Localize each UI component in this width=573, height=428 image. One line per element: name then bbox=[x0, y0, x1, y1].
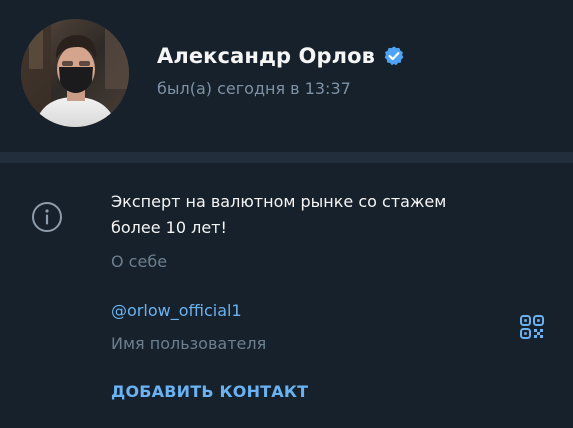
profile-header: Александр Орлов был(а) сегодня в 13:37 bbox=[0, 0, 573, 152]
username-link[interactable]: @orlow_official1 bbox=[111, 301, 242, 320]
section-divider bbox=[0, 152, 573, 163]
username-caption: Имя пользователя bbox=[111, 334, 267, 353]
avatar-photo bbox=[21, 19, 129, 127]
name-row: Александр Орлов bbox=[157, 41, 405, 71]
verified-badge-icon bbox=[383, 45, 405, 67]
last-seen-status: был(а) сегодня в 13:37 bbox=[157, 79, 351, 98]
qr-code-icon[interactable] bbox=[518, 313, 546, 341]
avatar[interactable] bbox=[21, 19, 129, 127]
info-icon bbox=[31, 201, 63, 233]
bio-text: Эксперт на валютном рынке со стажем боле… bbox=[111, 189, 511, 241]
profile-window: Александр Орлов был(а) сегодня в 13:37 Э… bbox=[0, 0, 573, 428]
bio-line: более 10 лет! bbox=[111, 218, 227, 237]
info-section: Эксперт на валютном рынке со стажем боле… bbox=[0, 163, 573, 428]
profile-name: Александр Орлов bbox=[157, 44, 376, 68]
add-contact-button[interactable]: ДОБАВИТЬ КОНТАКТ bbox=[111, 382, 308, 401]
bio-caption: О себе bbox=[111, 252, 168, 271]
bio-line: Эксперт на валютном рынке со стажем bbox=[111, 192, 447, 211]
